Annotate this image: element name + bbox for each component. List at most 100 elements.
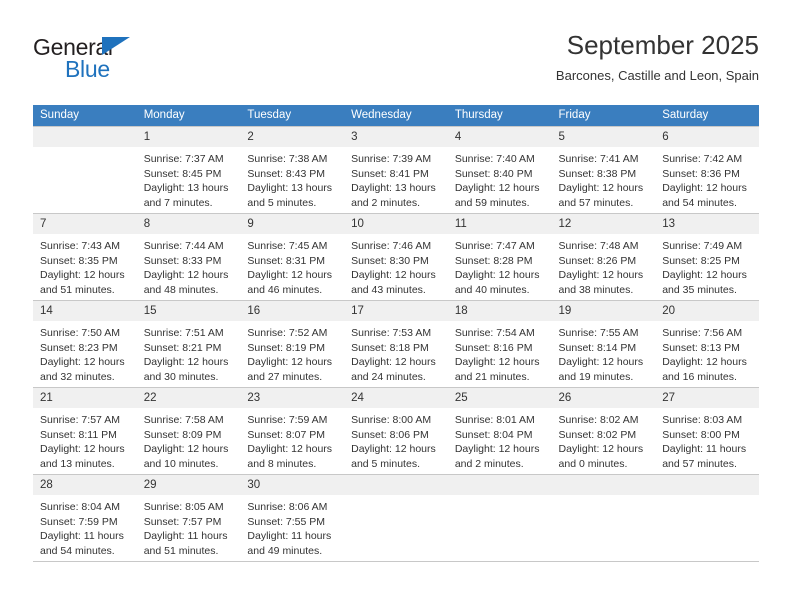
day-info-line: Sunrise: 7:38 AM xyxy=(247,153,328,165)
day-sun-info xyxy=(655,495,759,500)
page-header: General Blue September 2025 Barcones, Ca… xyxy=(33,28,759,94)
general-blue-logo[interactable]: General Blue xyxy=(33,34,163,86)
day-info-line: and 38 minutes. xyxy=(558,283,634,296)
day-info-line: Daylight: 12 hours xyxy=(558,443,644,456)
day-info-line: and 2 minutes. xyxy=(454,457,524,470)
calendar-day-cell[interactable]: 22 Sunrise: 7:58 AM Sunset: 8:09 PM Dayligh… xyxy=(136,387,241,475)
day-info-line: Sunset: 8:26 PM xyxy=(558,254,637,267)
calendar-week-row: 14 Sunrise: 7:50 AM Sunset: 8:23 PM Dayligh… xyxy=(33,300,759,388)
calendar-day-cell[interactable]: 27 Sunrise: 8:03 AM Sunset: 8:00 PM Dayligh… xyxy=(655,387,759,475)
calendar-day-cell[interactable]: 16 Sunrise: 7:52 AM Sunset: 8:19 PM Dayligh… xyxy=(240,300,345,388)
day-info-line: Sunrise: 7:55 AM xyxy=(558,327,639,339)
day-info-line: Sunrise: 7:43 AM xyxy=(40,240,120,252)
day-info-line: and 57 minutes. xyxy=(662,457,737,470)
day-number: 20 xyxy=(655,301,759,321)
day-number: 12 xyxy=(551,214,656,234)
day-info-line: Sunrise: 8:06 AM xyxy=(247,501,328,513)
day-number: 13 xyxy=(655,214,759,234)
day-info-line: Sunset: 8:21 PM xyxy=(143,341,222,354)
day-sun-info: Sunrise: 7:52 AM Sunset: 8:19 PM Daylight:… xyxy=(240,321,344,384)
calendar-day-cell[interactable]: 11 Sunrise: 7:47 AM Sunset: 8:28 PM Dayligh… xyxy=(447,213,552,301)
day-number xyxy=(344,475,448,495)
calendar-day-cell[interactable]: 9 Sunrise: 7:45 AM Sunset: 8:31 PM Daylight… xyxy=(240,213,345,301)
day-info-line: Sunrise: 7:46 AM xyxy=(351,240,432,252)
calendar-day-cell[interactable]: 20 Sunrise: 7:56 AM Sunset: 8:13 PM Dayligh… xyxy=(655,300,759,388)
title-block: September 2025 Barcones, Castille and Le… xyxy=(556,28,759,86)
calendar-week-row: 28 Sunrise: 8:04 AM Sunset: 7:59 PM Dayligh… xyxy=(33,474,759,562)
day-sun-info: Sunrise: 8:03 AM Sunset: 8:00 PM Daylight:… xyxy=(655,408,759,471)
day-info-line: Sunrise: 7:48 AM xyxy=(558,240,639,252)
day-info-line: Sunset: 8:38 PM xyxy=(558,167,637,180)
day-number: 9 xyxy=(240,214,345,234)
day-info-line: and 59 minutes. xyxy=(454,196,530,209)
day-info-line: Daylight: 12 hours xyxy=(143,443,229,456)
day-number: 28 xyxy=(33,475,137,495)
day-info-line: Daylight: 12 hours xyxy=(351,269,436,282)
calendar-day-cell[interactable]: 17 Sunrise: 7:53 AM Sunset: 8:18 PM Dayligh… xyxy=(344,300,448,388)
calendar-day-cell[interactable]: 19 Sunrise: 7:55 AM Sunset: 8:14 PM Dayligh… xyxy=(551,300,656,388)
calendar-day-cell[interactable]: 14 Sunrise: 7:50 AM Sunset: 8:23 PM Dayligh… xyxy=(33,300,137,388)
day-info-line: Daylight: 12 hours xyxy=(40,269,125,282)
calendar-day-cell[interactable]: 30 Sunrise: 8:06 AM Sunset: 7:55 PM Dayligh… xyxy=(240,474,345,562)
day-info-line: Sunrise: 8:05 AM xyxy=(143,501,224,513)
day-sun-info: Sunrise: 7:54 AM Sunset: 8:16 PM Daylight:… xyxy=(448,321,552,384)
day-sun-info: Sunrise: 7:46 AM Sunset: 8:30 PM Daylight:… xyxy=(344,234,448,297)
calendar-day-cell[interactable]: 29 Sunrise: 8:05 AM Sunset: 7:57 PM Dayligh… xyxy=(136,474,241,562)
day-number: 11 xyxy=(447,214,552,234)
calendar-day-cell[interactable]: 15 Sunrise: 7:51 AM Sunset: 8:21 PM Dayligh… xyxy=(136,300,241,388)
day-sun-info: Sunrise: 7:48 AM Sunset: 8:26 PM Daylight:… xyxy=(552,234,656,297)
day-info-line: Sunset: 8:25 PM xyxy=(662,254,740,267)
day-number: 10 xyxy=(344,214,448,234)
calendar-day-cell[interactable]: 2 Sunrise: 7:38 AM Sunset: 8:43 PM Daylight… xyxy=(240,126,345,214)
day-number: 1 xyxy=(136,127,241,147)
calendar-day-cell[interactable]: 21 Sunrise: 7:57 AM Sunset: 8:11 PM Dayligh… xyxy=(33,387,137,475)
day-sun-info xyxy=(448,495,552,500)
day-info-line: Sunrise: 7:52 AM xyxy=(247,327,328,339)
day-info-line: Sunset: 7:59 PM xyxy=(40,515,118,528)
day-info-line: and 54 minutes. xyxy=(662,196,737,209)
calendar-day-cell[interactable]: 8 Sunrise: 7:44 AM Sunset: 8:33 PM Daylight… xyxy=(136,213,241,301)
day-info-line: Daylight: 12 hours xyxy=(143,269,229,282)
day-info-line: Sunrise: 7:58 AM xyxy=(143,414,224,426)
logo-word-blue: Blue xyxy=(65,56,110,82)
day-info-line: Daylight: 12 hours xyxy=(247,443,333,456)
day-info-line: Sunset: 8:14 PM xyxy=(558,341,637,354)
day-info-line: Sunrise: 7:42 AM xyxy=(662,153,743,165)
calendar-day-cell[interactable]: 4 Sunrise: 7:40 AM Sunset: 8:40 PM Daylight… xyxy=(447,126,552,214)
day-info-line: Daylight: 12 hours xyxy=(143,356,229,369)
calendar-day-cell[interactable]: 18 Sunrise: 7:54 AM Sunset: 8:16 PM Dayligh… xyxy=(447,300,552,388)
calendar-day-cell[interactable]: 26 Sunrise: 8:02 AM Sunset: 8:02 PM Dayligh… xyxy=(551,387,656,475)
day-info-line: Daylight: 11 hours xyxy=(40,530,124,543)
day-number: 7 xyxy=(33,214,137,234)
calendar-day-cell[interactable]: 25 Sunrise: 8:01 AM Sunset: 8:04 PM Dayligh… xyxy=(447,387,552,475)
day-info-line: Sunset: 8:28 PM xyxy=(454,254,533,267)
day-info-line: Daylight: 13 hours xyxy=(247,182,333,195)
day-number: 4 xyxy=(447,127,552,147)
calendar-day-cell[interactable]: 6 Sunrise: 7:42 AM Sunset: 8:36 PM Daylight… xyxy=(655,126,759,214)
calendar-day-cell[interactable]: 24 Sunrise: 8:00 AM Sunset: 8:06 PM Dayligh… xyxy=(344,387,448,475)
calendar-day-cell[interactable]: 13 Sunrise: 7:49 AM Sunset: 8:25 PM Dayligh… xyxy=(655,213,759,301)
calendar-day-cell[interactable]: 7 Sunrise: 7:43 AM Sunset: 8:35 PM Daylight… xyxy=(33,213,137,301)
day-info-line: Daylight: 12 hours xyxy=(247,356,333,369)
calendar-day-cell[interactable]: 12 Sunrise: 7:48 AM Sunset: 8:26 PM Dayligh… xyxy=(551,213,656,301)
calendar-day-cell[interactable]: 28 Sunrise: 8:04 AM Sunset: 7:59 PM Dayligh… xyxy=(33,474,137,562)
day-info-line: Sunset: 8:33 PM xyxy=(143,254,222,267)
day-info-line: Daylight: 12 hours xyxy=(662,269,747,282)
calendar-day-cell[interactable]: 5 Sunrise: 7:41 AM Sunset: 8:38 PM Daylight… xyxy=(551,126,656,214)
day-info-line: and 21 minutes. xyxy=(454,370,530,383)
calendar-day-cell[interactable]: 1 Sunrise: 7:37 AM Sunset: 8:45 PM Daylight… xyxy=(136,126,241,214)
day-info-line: Sunrise: 7:59 AM xyxy=(247,414,328,426)
calendar-day-cell[interactable]: 10 Sunrise: 7:46 AM Sunset: 8:30 PM Dayligh… xyxy=(344,213,448,301)
day-number: 29 xyxy=(136,475,241,495)
calendar-day-cell[interactable]: 23 Sunrise: 7:59 AM Sunset: 8:07 PM Dayligh… xyxy=(240,387,345,475)
day-info-line: Sunset: 8:23 PM xyxy=(40,341,118,354)
calendar-day-cell[interactable]: 3 Sunrise: 7:39 AM Sunset: 8:41 PM Daylight… xyxy=(344,126,448,214)
day-sun-info: Sunrise: 7:59 AM Sunset: 8:07 PM Daylight:… xyxy=(240,408,344,471)
day-info-line: Sunrise: 7:37 AM xyxy=(143,153,224,165)
day-info-line: Daylight: 12 hours xyxy=(454,269,540,282)
day-number: 17 xyxy=(344,301,448,321)
day-info-line: Sunrise: 8:03 AM xyxy=(662,414,743,426)
day-info-line: Sunrise: 7:54 AM xyxy=(454,327,535,339)
day-info-line: and 27 minutes. xyxy=(247,370,323,383)
day-sun-info xyxy=(344,495,448,500)
